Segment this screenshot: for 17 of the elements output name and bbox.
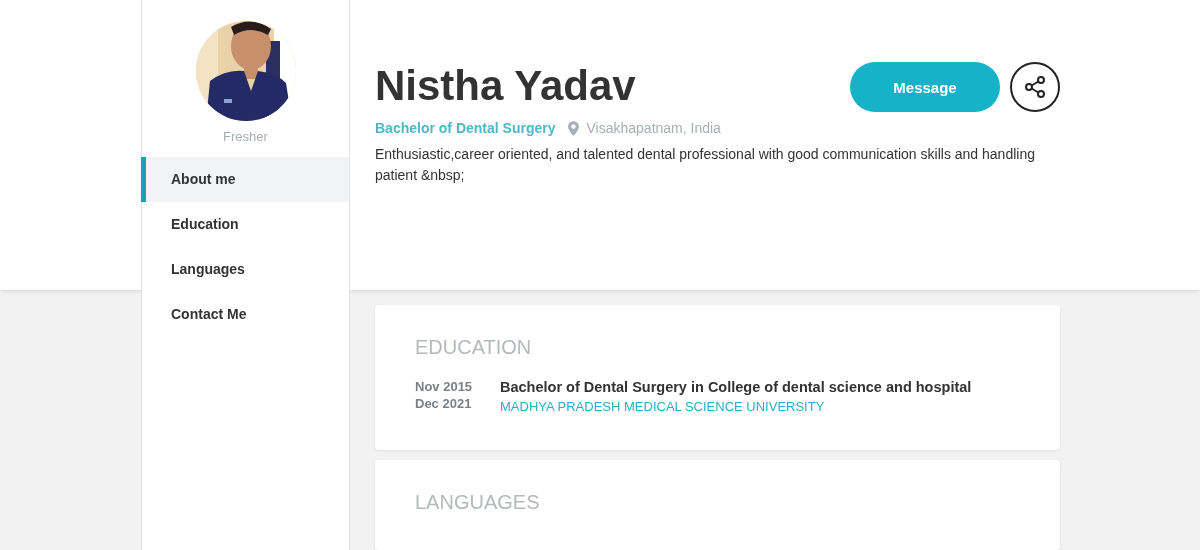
share-icon — [1023, 75, 1047, 99]
start-date: Nov 2015 — [415, 379, 474, 394]
location-pin-icon — [567, 120, 579, 136]
degree-title: Bachelor of Dental Surgery in College of dental science and hospital — [500, 379, 972, 395]
sidebar-item[interactable]: Education — [141, 202, 349, 247]
location-label: Visakhapatnam, India — [586, 120, 721, 136]
bio-text: Enthusiastic,career oriented, and talented dental professional with good communication skills and handling patient &nbsp; — [375, 145, 1036, 185]
section-title: LANGUAGES — [415, 490, 541, 514]
sidebar-item[interactable]: About me — [141, 157, 349, 202]
section-title: EDUCATION — [415, 335, 533, 359]
degree-label: Bachelor of Dental Surgery — [375, 120, 556, 136]
status-label: Fresher — [223, 129, 268, 144]
profile-name: Nistha Yadav — [375, 61, 637, 111]
sidebar-item[interactable]: Languages — [141, 247, 349, 292]
institution-name: MADHYA PRADESH MEDICAL SCIENCE UNIVERSITY — [500, 399, 826, 414]
end-date: Dec 2021 — [415, 396, 473, 411]
sidebar-item[interactable]: Contact Me — [141, 292, 349, 337]
